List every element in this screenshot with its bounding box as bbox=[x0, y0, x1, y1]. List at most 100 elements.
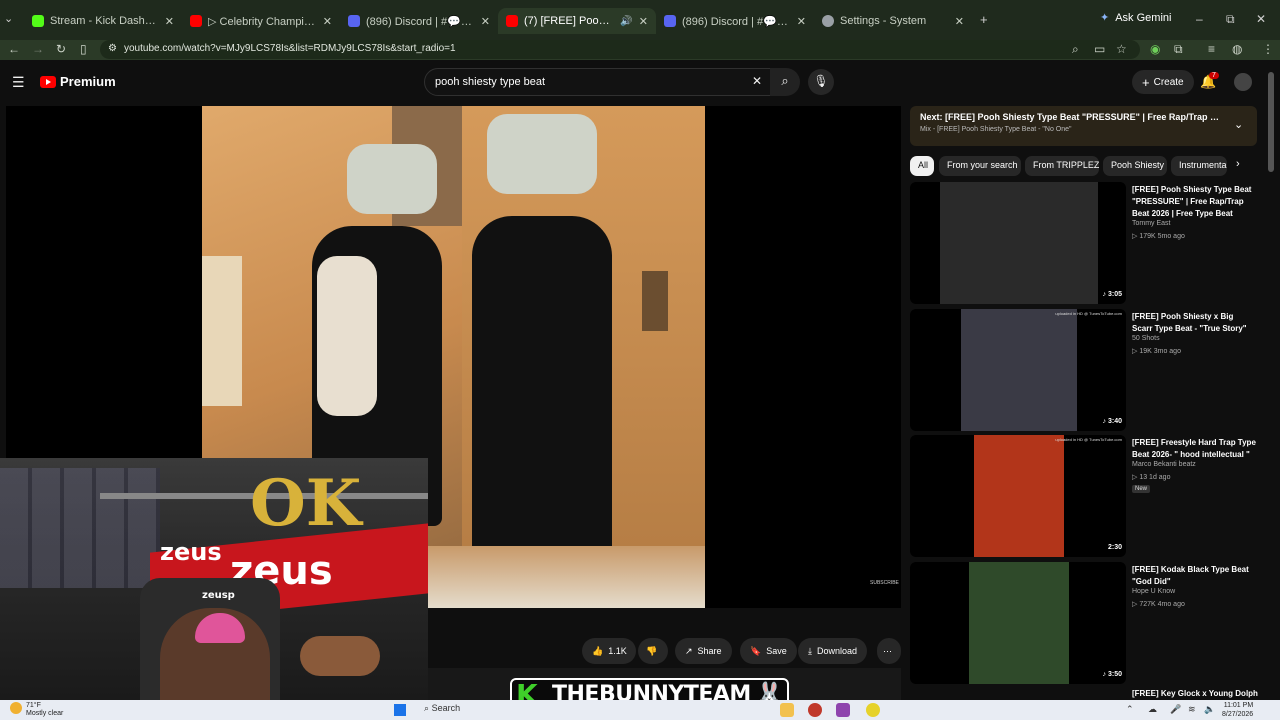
video-title[interactable]: [FREE] Pooh Shiesty x Big Scarr Type Bea… bbox=[1132, 311, 1256, 335]
reading-list-icon[interactable]: ≡ bbox=[1208, 42, 1215, 56]
forward-arrow-icon[interactable]: → bbox=[32, 42, 44, 56]
close-icon[interactable]: ✕ bbox=[323, 15, 332, 28]
radiator bbox=[202, 256, 242, 406]
thumbnail-image bbox=[961, 309, 1077, 431]
volume-icon[interactable]: 🔈 bbox=[1204, 704, 1215, 715]
search-input[interactable]: pooh shiesty type beat bbox=[424, 68, 772, 96]
video-title[interactable]: [FREE] Pooh Shiesty Type Beat "PRESSURE"… bbox=[1132, 184, 1256, 220]
chevron-down-icon[interactable]: ⌄ bbox=[1234, 118, 1243, 131]
browser-menu-icon[interactable]: ⋮ bbox=[1262, 42, 1274, 56]
tab-kick-dashboard[interactable]: Stream - Kick Dashboard ✕ bbox=[24, 8, 182, 34]
voice-search-button[interactable]: 🎙 bbox=[808, 69, 834, 95]
thumbnail-image bbox=[974, 435, 1064, 557]
visual-studio-icon[interactable] bbox=[836, 703, 850, 717]
app-icon-red[interactable] bbox=[808, 703, 822, 717]
chip-all[interactable]: All bbox=[910, 156, 934, 176]
sidebar-scrollbar[interactable] bbox=[1268, 72, 1274, 172]
channel-name[interactable]: 50 Shots bbox=[1132, 335, 1160, 342]
channel-name[interactable]: Marco Bekanti beatz bbox=[1132, 461, 1196, 468]
video-title[interactable]: [FREE] Kodak Black Type Beat "God Did" bbox=[1132, 564, 1256, 588]
more-actions-button[interactable]: ⋯ bbox=[877, 638, 901, 664]
zoom-icon[interactable]: ⌕ bbox=[1072, 42, 1079, 57]
chip-instrumental[interactable]: Instrumenta bbox=[1171, 156, 1227, 176]
save-button[interactable]: 🔖 Save bbox=[740, 638, 797, 664]
share-button[interactable]: ↗ Share bbox=[675, 638, 732, 664]
close-window-button[interactable]: ✕ bbox=[1256, 12, 1266, 26]
create-button[interactable]: + Create bbox=[1132, 70, 1194, 94]
tab-discord-1[interactable]: (896) Discord | #💬 | reactions ✕ bbox=[340, 8, 498, 34]
hamburger-menu-icon[interactable]: ☰ bbox=[12, 74, 25, 91]
chip-from-your-search[interactable]: From your search bbox=[939, 156, 1021, 176]
tab-pooh-shiesty-video[interactable]: (7) [FREE] Pooh Shiesty Typ 🔊 ✕ bbox=[498, 8, 656, 34]
ask-gemini-label: Ask Gemini bbox=[1115, 11, 1172, 24]
search-button[interactable]: ⌕ bbox=[770, 68, 800, 96]
weather-widget[interactable]: 71°F Mostly clear bbox=[10, 702, 63, 718]
weather-desc: Mostly clear bbox=[26, 710, 64, 717]
up-next-title: Next: [FREE] Pooh Shiesty Type Beat "PRE… bbox=[920, 112, 1220, 122]
minimize-button[interactable]: – bbox=[1196, 12, 1203, 26]
address-bar[interactable]: ⚙ youtube.com/watch?v=MJy9LCS78Is&list=R… bbox=[100, 40, 1140, 59]
microphone-icon[interactable]: 🎤 bbox=[1170, 704, 1181, 715]
ask-gemini-button[interactable]: ✦ Ask Gemini bbox=[1100, 11, 1172, 25]
taskbar-search-label: Search bbox=[431, 703, 461, 713]
reload-icon[interactable]: ↻ bbox=[56, 42, 66, 56]
video-thumbnail[interactable]: uploaded in HD @ TunesToTube.com 2:30 bbox=[910, 435, 1126, 557]
speaker-icon[interactable]: 🔊 bbox=[620, 16, 632, 27]
file-explorer-icon[interactable] bbox=[780, 703, 794, 717]
logo-text: Premium bbox=[60, 74, 116, 89]
back-arrow-icon[interactable]: ← bbox=[8, 42, 20, 56]
video-meta: ▷ 13 1d ago bbox=[1132, 474, 1171, 481]
recommendation-2[interactable]: uploaded in HD @ TunesToTube.com ♪ 3:40 … bbox=[910, 309, 1260, 431]
gear-icon bbox=[822, 15, 834, 27]
tray-chevron-icon[interactable]: ⌃ bbox=[1126, 704, 1134, 715]
recommendation-1[interactable]: ♪ 3:05 [FREE] Pooh Shiesty Type Beat "PR… bbox=[910, 182, 1260, 304]
recommendation-3[interactable]: uploaded in HD @ TunesToTube.com 2:30 [F… bbox=[910, 435, 1260, 557]
tab-list-dropdown[interactable]: ⌄ bbox=[4, 12, 13, 25]
wifi-icon[interactable]: ≋ bbox=[1188, 704, 1196, 715]
bookmark-star-icon[interactable]: ☆ bbox=[1116, 42, 1127, 56]
chip-from-tripplez[interactable]: From TRIPPLEZ bbox=[1025, 156, 1099, 176]
like-button[interactable]: 👍 1.1K bbox=[582, 638, 636, 664]
partial-recommendation-title[interactable]: [FREE] Key Glock x Young Dolph bbox=[1132, 689, 1258, 698]
clear-search-icon[interactable]: ✕ bbox=[752, 74, 762, 88]
extension-badge-icon[interactable]: ◉ bbox=[1150, 42, 1160, 56]
chevron-right-icon[interactable]: › bbox=[1236, 158, 1240, 170]
cast-icon[interactable]: ▭ bbox=[1094, 42, 1105, 56]
tab-discord-2[interactable]: (896) Discord | #💬 | reactions ✕ bbox=[656, 8, 814, 34]
tab-celebrity-championship[interactable]: ▷ Celebrity Championship Box ✕ bbox=[182, 8, 340, 34]
dislike-button[interactable]: 👎 bbox=[638, 638, 668, 664]
tab-title: (896) Discord | #💬 | reactions bbox=[682, 15, 791, 28]
channel-name[interactable]: Tommy East bbox=[1132, 220, 1171, 227]
close-icon[interactable]: ✕ bbox=[165, 15, 174, 28]
close-icon[interactable]: ✕ bbox=[797, 15, 806, 28]
taskbar-search[interactable]: ⌕ Search bbox=[424, 703, 460, 714]
side-panel-icon[interactable]: ▯ bbox=[80, 42, 87, 56]
profile-avatar-icon[interactable]: ◍ bbox=[1232, 42, 1242, 56]
windows-start-icon[interactable] bbox=[394, 704, 406, 716]
extensions-puzzle-icon[interactable]: ⧉ bbox=[1174, 42, 1183, 57]
chip-pooh-shiesty[interactable]: Pooh Shiesty bbox=[1103, 156, 1167, 176]
close-icon[interactable]: ✕ bbox=[639, 15, 648, 28]
network-icon[interactable]: ☁ bbox=[1148, 704, 1157, 715]
video-thumbnail[interactable]: ♪ 3:05 bbox=[910, 182, 1126, 304]
tab-settings-system[interactable]: Settings - System ✕ bbox=[814, 8, 972, 34]
download-button[interactable]: ⤓ Download bbox=[798, 638, 868, 664]
video-thumbnail[interactable]: ♪ 3:50 bbox=[910, 562, 1126, 684]
site-info-icon[interactable]: ⚙ bbox=[108, 43, 117, 54]
subscribe-watermark[interactable]: SUBSCRIBE bbox=[870, 580, 899, 586]
taskbar-clock[interactable]: 11:01 PM 8/27/2026 bbox=[1222, 701, 1253, 719]
app-icon-yellow[interactable] bbox=[866, 703, 880, 717]
close-icon[interactable]: ✕ bbox=[481, 15, 490, 28]
restore-button[interactable]: ⧉ bbox=[1226, 12, 1235, 27]
close-icon[interactable]: ✕ bbox=[955, 15, 964, 28]
channel-name[interactable]: Hope U Know bbox=[1132, 588, 1175, 595]
account-avatar[interactable] bbox=[1234, 73, 1252, 91]
video-meta: ▷ 19K 3mo ago bbox=[1132, 348, 1181, 355]
video-title[interactable]: [FREE] Freestyle Hard Trap Type Beat 202… bbox=[1132, 437, 1256, 461]
new-tab-button[interactable]: + bbox=[980, 12, 988, 27]
youtube-premium-logo[interactable]: Premium bbox=[40, 74, 116, 89]
up-next-card[interactable]: Next: [FREE] Pooh Shiesty Type Beat "PRE… bbox=[910, 106, 1257, 146]
recommendation-4[interactable]: ♪ 3:50 [FREE] Kodak Black Type Beat "God… bbox=[910, 562, 1260, 684]
video-thumbnail[interactable]: uploaded in HD @ TunesToTube.com ♪ 3:40 bbox=[910, 309, 1126, 431]
streamer-facecam: zeus zeus OK zeusp bbox=[0, 458, 428, 700]
